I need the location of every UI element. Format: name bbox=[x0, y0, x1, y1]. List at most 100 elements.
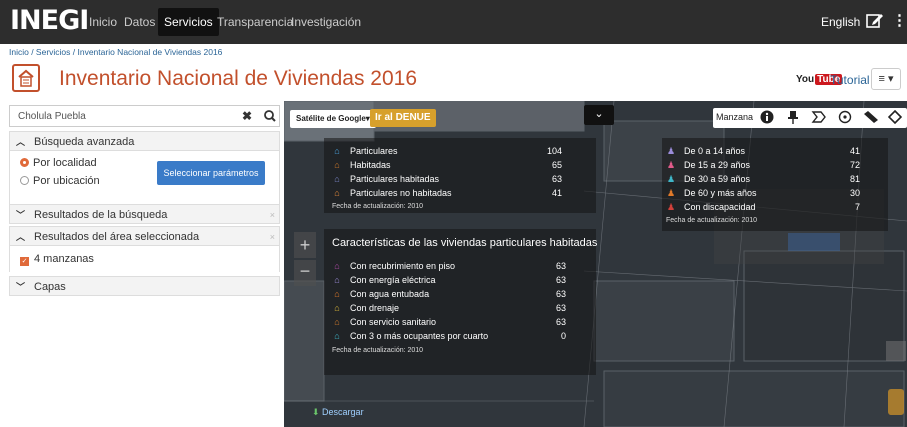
download-link[interactable]: ⬇ Descargar bbox=[312, 407, 364, 418]
stat-label: De 30 a 59 años bbox=[684, 174, 751, 184]
close-icon[interactable]: × bbox=[270, 232, 275, 242]
person-icon: ♟ bbox=[666, 160, 676, 170]
zoom-out-button[interactable]: − bbox=[294, 260, 316, 286]
base-layer-label: Satélite de Google bbox=[296, 114, 366, 123]
stat-row: ♟ De 0 a 14 años bbox=[666, 146, 745, 157]
stat-value: 63 bbox=[555, 261, 566, 271]
stat-value: 65 bbox=[551, 160, 562, 170]
stat-label: Habitadas bbox=[350, 160, 391, 170]
hamburger-menu-button[interactable]: ≡ ▾ bbox=[871, 68, 901, 90]
pegman-icon[interactable] bbox=[888, 389, 904, 415]
stat-row: ⌂ Particulares bbox=[332, 146, 398, 156]
manzanas-checkbox[interactable]: ✓ 4 manzanas bbox=[20, 253, 94, 266]
update-date: Fecha de actualización: 2010 bbox=[332, 203, 424, 210]
stat-row: ⌂ Con recubrimiento en piso bbox=[332, 261, 455, 271]
stat-value: 81 bbox=[849, 174, 860, 184]
stat-row: ⌂ Particulares habitadas bbox=[332, 174, 439, 184]
nav-inicio[interactable]: Inicio bbox=[89, 15, 117, 29]
tutorial-link[interactable]: Tutorial bbox=[830, 73, 870, 87]
stat-label: Con agua entubada bbox=[350, 289, 430, 299]
zoom-in-button[interactable]: + bbox=[294, 232, 316, 258]
nav-transparencia[interactable]: Transparencia bbox=[217, 15, 293, 29]
stat-row: ⌂ Con energía eléctrica bbox=[332, 275, 436, 285]
stat-row: ⌂ Habitadas bbox=[332, 160, 391, 170]
download-label: Descargar bbox=[322, 407, 364, 417]
download-icon: ⬇ bbox=[312, 407, 323, 417]
edit-icon[interactable] bbox=[866, 12, 884, 28]
magnifier-icon[interactable] bbox=[263, 108, 277, 124]
stat-label: Particulares bbox=[350, 146, 398, 156]
house-icon: ⌂ bbox=[334, 160, 340, 170]
layers-header[interactable]: ﹀ Capas bbox=[9, 276, 280, 296]
polygon-icon[interactable] bbox=[811, 110, 827, 126]
close-icon[interactable]: × bbox=[270, 210, 275, 220]
radio-unchecked-icon bbox=[20, 176, 29, 185]
inegi-logo[interactable]: INEGI bbox=[10, 5, 89, 36]
stat-value: 0 bbox=[560, 331, 566, 341]
chevron-down-icon: ﹀ bbox=[16, 210, 26, 220]
house-icon: ⌂ bbox=[334, 317, 340, 327]
advanced-search-header[interactable]: ︿ Búsqueda avanzada bbox=[9, 131, 280, 151]
house-icon: ⌂ bbox=[334, 303, 340, 313]
area-results-label: Resultados del área seleccionada bbox=[34, 231, 200, 243]
stat-value: 72 bbox=[849, 160, 860, 170]
search-results-label: Resultados de la búsqueda bbox=[34, 209, 168, 221]
nav-investigacion[interactable]: Investigación bbox=[291, 15, 361, 29]
map-view[interactable]: Satélite de Google▾ Ir al DENUE ⌄ Manzan… bbox=[284, 101, 907, 427]
stat-value: 30 bbox=[849, 188, 860, 198]
info-icon[interactable] bbox=[759, 110, 775, 126]
stat-value: 41 bbox=[849, 146, 860, 156]
radio-por-ubicacion[interactable]: Por ubicación bbox=[20, 175, 100, 187]
clear-search-button[interactable]: ✖ bbox=[242, 109, 252, 123]
eraser-icon[interactable] bbox=[887, 109, 903, 126]
house-icon: ⌂ bbox=[334, 174, 340, 184]
chevron-down-icon[interactable]: ⌄ bbox=[584, 105, 614, 125]
radius-icon[interactable] bbox=[837, 110, 853, 126]
checkbox-checked-icon: ✓ bbox=[20, 257, 29, 266]
search-input[interactable] bbox=[10, 106, 235, 126]
stat-row: ⌂ Con drenaje bbox=[332, 303, 399, 313]
radio-por-localidad[interactable]: Por localidad bbox=[20, 157, 97, 169]
house-icon: ⌂ bbox=[334, 331, 340, 341]
nav-servicios[interactable]: Servicios bbox=[158, 8, 219, 36]
stat-value: 104 bbox=[546, 146, 562, 156]
stat-row: ⌂ Particulares no habitadas bbox=[332, 188, 451, 198]
top-navbar: INEGI Inicio Datos Servicios Transparenc… bbox=[0, 0, 907, 44]
house-icon: ⌂ bbox=[334, 275, 340, 285]
grid-icon[interactable] bbox=[886, 341, 906, 361]
house-icon: ⌂ bbox=[334, 261, 340, 271]
select-params-button[interactable]: Seleccionar parámetros bbox=[157, 161, 265, 185]
stat-label: De 15 a 29 años bbox=[684, 160, 751, 170]
stat-value: 41 bbox=[551, 188, 562, 198]
area-results-header[interactable]: ︿ Resultados del área seleccionada × bbox=[9, 226, 280, 246]
denue-button[interactable]: Ir al DENUE bbox=[370, 109, 436, 127]
chevron-up-icon: ︿ bbox=[16, 232, 26, 242]
radio-label: Por localidad bbox=[33, 157, 97, 169]
youtube-text: You bbox=[796, 74, 815, 85]
layers-label: Capas bbox=[34, 281, 66, 293]
nav-datos[interactable]: Datos bbox=[124, 15, 155, 29]
house-icon: ⌂ bbox=[334, 289, 340, 299]
stat-value: 63 bbox=[555, 289, 566, 299]
search-results-header[interactable]: ﹀ Resultados de la búsqueda × bbox=[9, 204, 280, 224]
radio-label: Por ubicación bbox=[33, 175, 100, 187]
person-icon: ♟ bbox=[666, 174, 676, 184]
breadcrumb[interactable]: Inicio / Servicios / Inventario Nacional… bbox=[9, 47, 222, 57]
stat-label: Con 3 o más ocupantes por cuarto bbox=[350, 331, 489, 341]
stat-value: 63 bbox=[555, 303, 566, 313]
stat-row: ⌂ Con 3 o más ocupantes por cuarto bbox=[332, 331, 488, 341]
house-icon: ⌂ bbox=[334, 146, 340, 156]
language-link[interactable]: English bbox=[821, 15, 860, 29]
caracteristicas-title: Características de las viviendas particu… bbox=[332, 237, 598, 249]
more-vert-icon[interactable]: ⋮ bbox=[892, 11, 907, 29]
chevron-up-icon: ︿ bbox=[16, 137, 26, 147]
advanced-search-label: Búsqueda avanzada bbox=[34, 136, 135, 148]
stat-row: ♟ De 15 a 29 años bbox=[666, 160, 750, 171]
pin-icon[interactable] bbox=[785, 110, 801, 126]
page-title: Inventario Nacional de Viviendas 2016 bbox=[59, 67, 418, 90]
stat-label: Con energía eléctrica bbox=[350, 275, 436, 285]
base-layer-select[interactable]: Satélite de Google▾ bbox=[290, 110, 376, 128]
ruler-icon[interactable] bbox=[863, 110, 879, 126]
stat-label: De 0 a 14 años bbox=[684, 146, 746, 156]
stat-label: Con discapacidad bbox=[684, 202, 756, 212]
